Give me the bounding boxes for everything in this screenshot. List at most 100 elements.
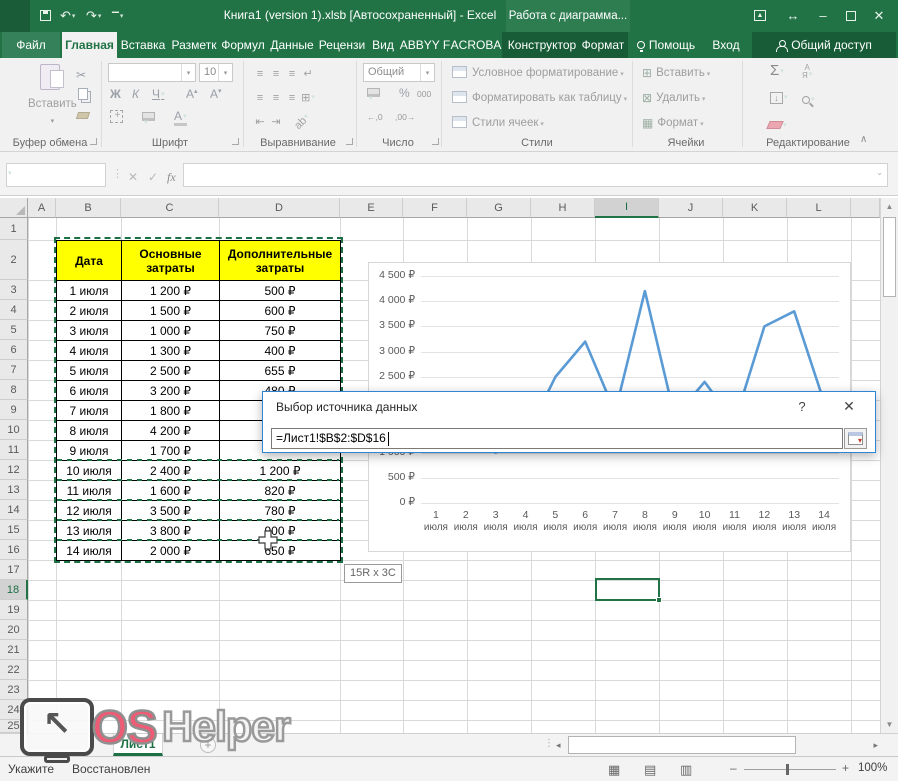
collapse-dialog-button[interactable] [844,428,867,449]
view-page-break-icon[interactable]: ▥ [680,762,692,778]
column-header-D[interactable]: D [219,198,340,218]
column-header-G[interactable]: G [467,198,531,218]
table-cell[interactable]: 4 июля [57,341,122,361]
table-cell[interactable]: 2 000 ₽ [122,541,220,561]
table-cell[interactable]: 655 ₽ [220,361,341,381]
column-header-A[interactable]: A [28,198,56,218]
table-cell[interactable]: 2 июля [57,301,122,321]
table-cell[interactable]: 400 ₽ [220,341,341,361]
table-cell[interactable]: 9 июля [57,441,122,461]
table-cell[interactable]: 1 600 ₽ [122,481,220,501]
zoom-level[interactable]: 100% [858,762,887,774]
column-header-H[interactable]: H [531,198,595,218]
table-cell[interactable]: 3 июля [57,321,122,341]
table-cell[interactable]: 1 000 ₽ [122,321,220,341]
view-normal-icon[interactable]: ▦ [608,762,620,778]
table-cell[interactable]: 1 200 ₽ [220,461,341,481]
table-cell[interactable]: 650 ₽ [220,541,341,561]
table-cell[interactable]: 1 800 ₽ [122,401,220,421]
table-cell[interactable]: 11 июля [57,481,122,501]
column-header-partial[interactable] [851,198,880,218]
table-cell[interactable]: 14 июля [57,541,122,561]
dialog-help-icon[interactable]: ? [795,399,809,414]
table-cell[interactable]: 3 500 ₽ [122,501,220,521]
zoom-in-icon[interactable]: + [842,761,849,775]
vertical-scroll-thumb[interactable] [883,217,896,297]
table-header-cell[interactable]: Дата [57,241,122,281]
row-header-18[interactable]: 18 [0,580,28,600]
row-header-23[interactable]: 23 [0,680,28,700]
row-header-8[interactable]: 8 [0,380,28,400]
table-cell[interactable]: 1 июля [57,281,122,301]
scroll-up-icon[interactable]: ▲ [881,202,898,211]
dialog-close-icon[interactable]: ✕ [841,398,857,415]
table-cell[interactable]: 2 400 ₽ [122,461,220,481]
table-cell[interactable]: 750 ₽ [220,321,341,341]
row-header-20[interactable]: 20 [0,620,28,640]
row-header-3[interactable]: 3 [0,280,28,300]
status-restored[interactable]: Восстановлен [72,762,150,776]
row-header-9[interactable]: 9 [0,400,28,420]
table-cell[interactable]: 8 июля [57,421,122,441]
row-header-7[interactable]: 7 [0,360,28,380]
row-header-21[interactable]: 21 [0,640,28,660]
table-cell[interactable]: 12 июля [57,501,122,521]
scroll-down-icon[interactable]: ▼ [881,720,898,729]
table-cell[interactable]: 4 200 ₽ [122,421,220,441]
table-cell[interactable]: 1 300 ₽ [122,341,220,361]
table-cell[interactable]: 500 ₽ [220,281,341,301]
zoom-out-icon[interactable]: – [730,761,737,775]
horizontal-scroll-thumb[interactable] [568,736,796,754]
row-header-15[interactable]: 15 [0,520,28,540]
vertical-scrollbar[interactable]: ▲ ▼ [880,198,898,733]
column-header-F[interactable]: F [403,198,467,218]
table-cell[interactable]: 3 800 ₽ [122,521,220,541]
scroll-right-icon[interactable]: ▸ [873,740,878,751]
table-cell[interactable]: 6 июля [57,381,122,401]
table-cell[interactable]: 780 ₽ [220,501,341,521]
table-cell[interactable]: 900 ₽ [220,521,341,541]
row-header-16[interactable]: 16 [0,540,28,560]
row-header-17[interactable]: 17 [0,560,28,580]
row-header-6[interactable]: 6 [0,340,28,360]
row-header-22[interactable]: 22 [0,660,28,680]
fill-handle[interactable] [656,597,662,603]
table-cell[interactable]: 1 700 ₽ [122,441,220,461]
row-header-2[interactable]: 2 [0,240,28,280]
row-header-5[interactable]: 5 [0,320,28,340]
row-header-13[interactable]: 13 [0,480,28,500]
table-header-cell[interactable]: Основные затраты [122,241,220,281]
scroll-left-icon[interactable]: ◂ [556,740,561,751]
table-cell[interactable]: 600 ₽ [220,301,341,321]
column-header-B[interactable]: B [56,198,121,218]
zoom-slider[interactable] [744,769,836,770]
row-header-12[interactable]: 12 [0,460,28,480]
table-cell[interactable]: 1 500 ₽ [122,301,220,321]
range-input[interactable]: =Лист1!$B$2:$D$16 [271,428,843,449]
table-cell[interactable]: 10 июля [57,461,122,481]
column-header-E[interactable]: E [340,198,403,218]
row-header-11[interactable]: 11 [0,440,28,460]
horizontal-scrollbar[interactable]: ◂ ▸ [556,736,880,755]
table-cell[interactable]: 1 200 ₽ [122,281,220,301]
table-header-cell[interactable]: Дополнительные затраты [220,241,341,281]
column-header-I[interactable]: I [595,198,659,218]
active-cell[interactable] [595,578,660,601]
table-cell[interactable]: 7 июля [57,401,122,421]
table-cell[interactable]: 820 ₽ [220,481,341,501]
column-header-L[interactable]: L [787,198,851,218]
view-page-layout-icon[interactable]: ▤ [644,762,656,778]
row-header-4[interactable]: 4 [0,300,28,320]
table-cell[interactable]: 13 июля [57,521,122,541]
row-header-14[interactable]: 14 [0,500,28,520]
row-header-10[interactable]: 10 [0,420,28,440]
row-header-1[interactable]: 1 [0,218,28,240]
column-header-C[interactable]: C [121,198,219,218]
splitter-dots-icon[interactable]: ⋮ [544,738,554,749]
table-cell[interactable]: 5 июля [57,361,122,381]
table-cell[interactable]: 3 200 ₽ [122,381,220,401]
column-header-J[interactable]: J [659,198,723,218]
table-cell[interactable]: 2 500 ₽ [122,361,220,381]
column-header-K[interactable]: K [723,198,787,218]
row-header-19[interactable]: 19 [0,600,28,620]
